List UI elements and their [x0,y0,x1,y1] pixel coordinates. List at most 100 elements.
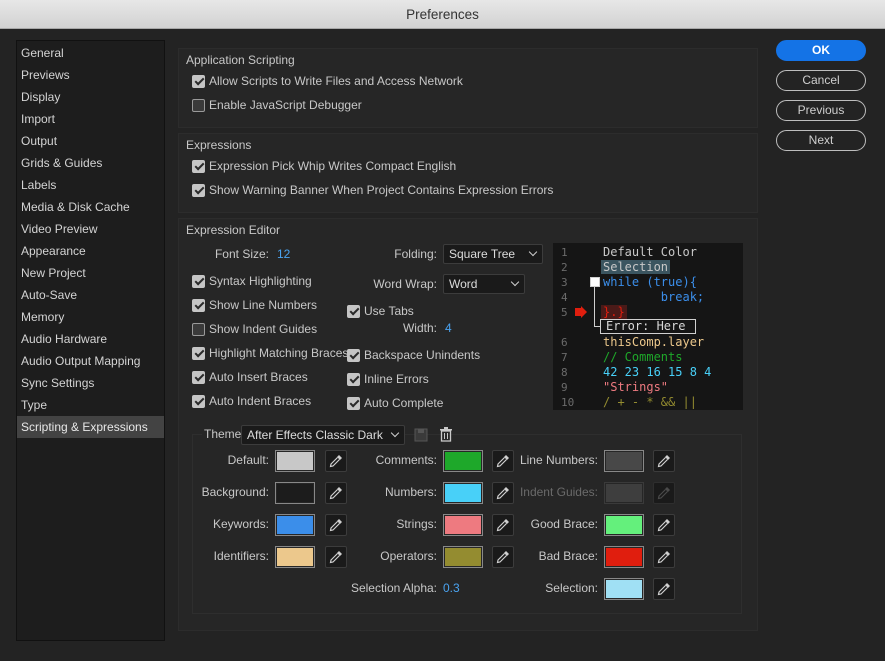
expression-editor-title: Expression Editor [186,223,281,237]
eyedropper-icon[interactable] [325,546,347,568]
comments-color-swatch[interactable] [443,450,483,472]
sidebar-item-output[interactable]: Output [17,130,164,152]
line-number: 1 [561,246,568,259]
default-color-swatch[interactable] [275,450,315,472]
sidebar-item-media-disk-cache[interactable]: Media & Disk Cache [17,196,164,218]
auto-complete-checkbox[interactable] [347,396,360,410]
backspace-unindents-label: Backspace Unindents [364,348,481,362]
eyedropper-icon[interactable] [653,450,675,472]
show-line-numbers-label: Show Line Numbers [209,298,318,312]
use-tabs-checkbox[interactable] [347,304,360,318]
enable-debugger-row[interactable]: Enable JavaScript Debugger [192,96,362,114]
sidebar-item-new-project[interactable]: New Project [17,262,164,284]
ok-button[interactable]: OK [776,40,866,61]
next-button[interactable]: Next [776,130,866,151]
sidebar-item-grids-guides[interactable]: Grids & Guides [17,152,164,174]
sidebar-item-scripting-expressions[interactable]: Scripting & Expressions [17,416,164,438]
selection-color-swatch[interactable] [604,578,644,600]
eyedropper-icon[interactable] [325,450,347,472]
auto-complete-row[interactable]: Auto Complete [347,394,443,412]
folding-dropdown[interactable]: Square Tree [443,244,543,264]
sidebar-item-auto-save[interactable]: Auto-Save [17,284,164,306]
use-tabs-row[interactable]: Use Tabs [347,302,414,320]
numbers-color-swatch[interactable] [443,482,483,504]
show-line-numbers-checkbox[interactable] [192,298,205,312]
auto-indent-braces-row[interactable]: Auto Indent Braces [192,392,311,410]
line-numbers-color-swatch[interactable] [604,450,644,472]
code-line-break: break; [603,290,705,304]
strings-color-label: Strings: [396,517,437,531]
allow-scripts-checkbox[interactable] [192,74,205,88]
allow-scripts-row[interactable]: Allow Scripts to Write Files and Access … [192,72,463,90]
eyedropper-icon[interactable] [653,578,675,600]
auto-insert-braces-row[interactable]: Auto Insert Braces [192,368,308,386]
folding-label: Folding: [394,247,437,261]
operators-color-label: Operators: [380,549,437,563]
code-line-bad-brace: }.} [601,305,627,319]
warning-banner-checkbox[interactable] [192,183,205,197]
preferences-panel: Application Scripting Allow Scripts to W… [176,40,764,631]
line-number: 3 [561,276,568,289]
eyedropper-icon[interactable] [325,514,347,536]
font-size-value[interactable]: 12 [277,247,290,261]
backspace-unindents-row[interactable]: Backspace Unindents [347,346,480,364]
auto-indent-braces-checkbox[interactable] [192,394,205,408]
save-theme-icon[interactable] [414,428,428,442]
code-line-numbers: 42 23 16 15 8 4 [603,365,712,379]
sidebar-item-import[interactable]: Import [17,108,164,130]
sidebar-item-memory[interactable]: Memory [17,306,164,328]
width-label: Width: [402,321,437,335]
sidebar-item-general[interactable]: General [17,42,164,64]
word-wrap-value: Word [449,277,478,291]
pick-whip-row[interactable]: Expression Pick Whip Writes Compact Engl… [192,157,456,175]
sidebar-item-audio-output-mapping[interactable]: Audio Output Mapping [17,350,164,372]
fold-toggle-icon[interactable] [590,277,600,287]
backspace-unindents-checkbox[interactable] [347,348,360,362]
show-indent-guides-row[interactable]: Show Indent Guides [192,320,317,338]
auto-insert-braces-checkbox[interactable] [192,370,205,384]
show-indent-guides-checkbox[interactable] [192,322,205,336]
pick-whip-checkbox[interactable] [192,159,205,173]
warning-banner-row[interactable]: Show Warning Banner When Project Contain… [192,181,553,199]
highlight-braces-checkbox[interactable] [192,346,205,360]
width-value[interactable]: 4 [445,321,452,335]
theme-dropdown[interactable]: After Effects Classic Dark [241,425,405,445]
inline-errors-checkbox[interactable] [347,372,360,386]
sidebar-item-type[interactable]: Type [17,394,164,416]
bad-brace-color-swatch[interactable] [604,546,644,568]
indent-guides-color-swatch [604,482,644,504]
eyedropper-icon[interactable] [653,514,675,536]
sidebar-item-video-preview[interactable]: Video Preview [17,218,164,240]
strings-color-swatch[interactable] [443,514,483,536]
sidebar-item-labels[interactable]: Labels [17,174,164,196]
good-brace-color-swatch[interactable] [604,514,644,536]
word-wrap-dropdown[interactable]: Word [443,274,525,294]
trash-icon[interactable] [439,427,453,442]
eyedropper-icon[interactable] [325,482,347,504]
background-color-swatch[interactable] [275,482,315,504]
code-line-string: "Strings" [603,380,669,394]
enable-debugger-checkbox[interactable] [192,98,205,112]
sidebar-item-audio-hardware[interactable]: Audio Hardware [17,328,164,350]
highlight-braces-row[interactable]: Highlight Matching Braces [192,344,348,362]
sidebar-item-sync-settings[interactable]: Sync Settings [17,372,164,394]
line-number: 5 [561,306,568,319]
operators-color-swatch[interactable] [443,546,483,568]
previous-button[interactable]: Previous [776,100,866,121]
chevron-down-icon [510,277,520,287]
auto-insert-braces-label: Auto Insert Braces [209,370,308,384]
sidebar-item-previews[interactable]: Previews [17,64,164,86]
selection-alpha-value[interactable]: 0.3 [443,581,460,595]
keywords-color-swatch[interactable] [275,514,315,536]
show-line-numbers-row[interactable]: Show Line Numbers [192,296,317,314]
identifiers-color-swatch[interactable] [275,546,315,568]
warning-banner-label: Show Warning Banner When Project Contain… [209,183,554,197]
cancel-button[interactable]: Cancel [776,70,866,91]
syntax-highlighting-row[interactable]: Syntax Highlighting [192,272,312,290]
syntax-highlighting-checkbox[interactable] [192,274,205,288]
eyedropper-icon[interactable] [653,546,675,568]
inline-errors-row[interactable]: Inline Errors [347,370,429,388]
sidebar-item-display[interactable]: Display [17,86,164,108]
pick-whip-label: Expression Pick Whip Writes Compact Engl… [209,159,457,173]
sidebar-item-appearance[interactable]: Appearance [17,240,164,262]
